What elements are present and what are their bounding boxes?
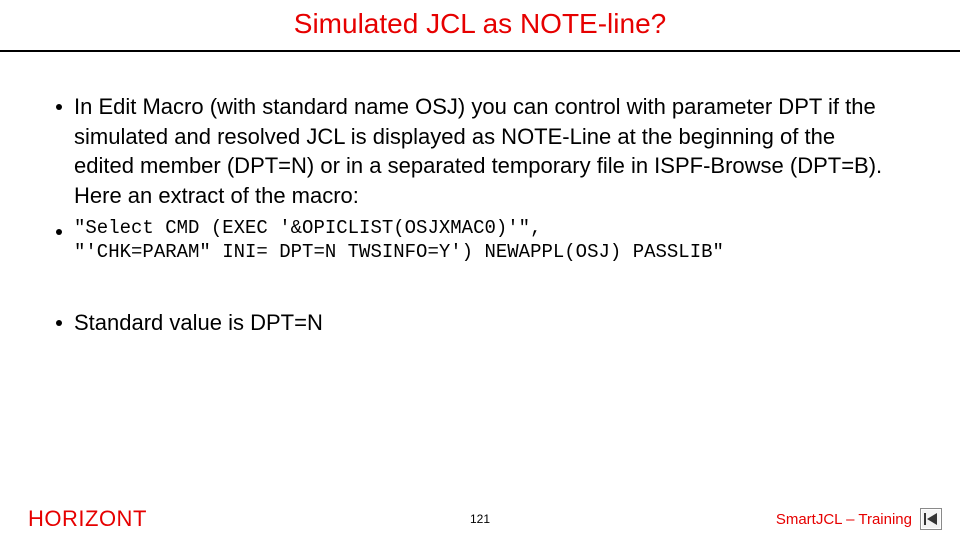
slide-title: Simulated JCL as NOTE-line? bbox=[0, 0, 960, 50]
bullet-code-text: "Select CMD (EXEC '&OPICLIST(OSJXMAC0)'"… bbox=[74, 217, 898, 265]
bullet-item: In Edit Macro (with standard name OSJ) y… bbox=[56, 92, 898, 211]
slide: Simulated JCL as NOTE-line? In Edit Macr… bbox=[0, 0, 960, 540]
bullet-item-code: "Select CMD (EXEC '&OPICLIST(OSJXMAC0)'"… bbox=[56, 217, 898, 265]
bullet-text: Standard value is DPT=N bbox=[74, 308, 898, 338]
page-number: 121 bbox=[470, 512, 490, 526]
skip-back-icon[interactable] bbox=[920, 508, 942, 530]
bullet-dot-icon bbox=[56, 320, 62, 326]
footer-brand: HORIZONT bbox=[28, 506, 147, 532]
bullet-item: Standard value is DPT=N bbox=[56, 308, 898, 338]
slide-content: In Edit Macro (with standard name OSJ) y… bbox=[0, 52, 960, 540]
footer-right-group: SmartJCL – Training bbox=[776, 508, 942, 530]
bullet-dot-icon bbox=[56, 229, 62, 235]
slide-footer: HORIZONT 121 SmartJCL – Training bbox=[0, 506, 960, 532]
bullet-text: In Edit Macro (with standard name OSJ) y… bbox=[74, 92, 898, 211]
footer-course-title: SmartJCL – Training bbox=[776, 511, 912, 528]
bullet-dot-icon bbox=[56, 104, 62, 110]
